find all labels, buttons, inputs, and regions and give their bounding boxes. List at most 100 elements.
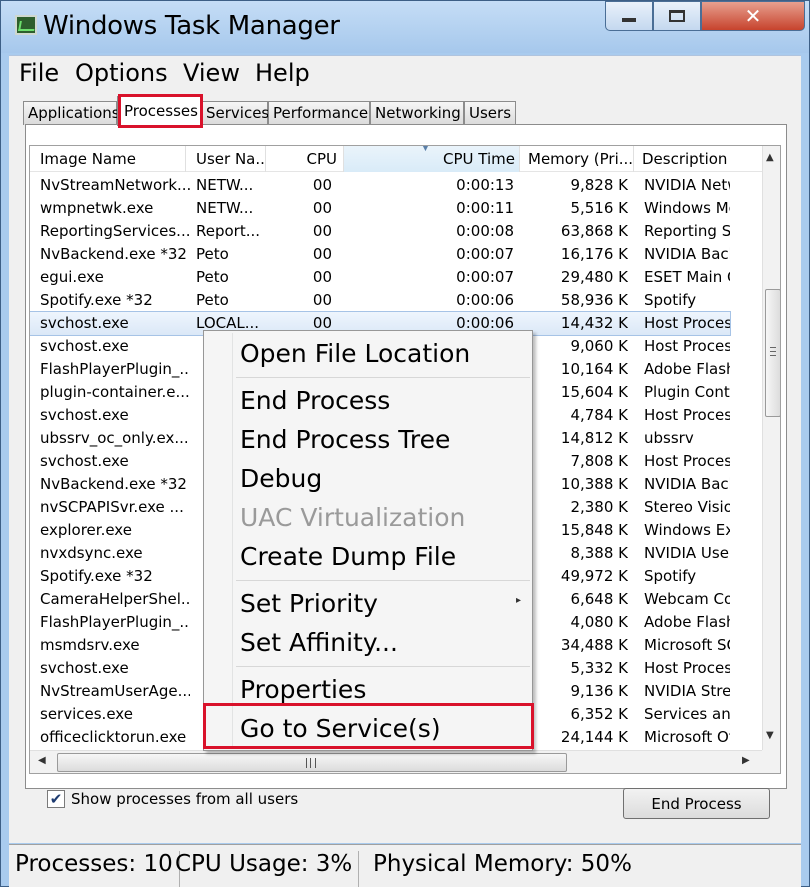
cell-desc: ubssrv — [644, 429, 694, 447]
column-header: Image Name User Na... CPU ▼ CPU Time Memo… — [30, 146, 762, 172]
title-bar[interactable]: Windows Task Manager ✕ — [1, 1, 809, 53]
menu-item-create-dump-file[interactable]: Create Dump File — [240, 542, 456, 571]
cell-desc: Microsoft Of — [644, 728, 730, 746]
cell-desc: Services and — [644, 705, 730, 723]
cell-mem: 63,868 K — [560, 222, 628, 240]
grip-icon — [306, 758, 316, 768]
cell-user: Peto — [196, 291, 229, 309]
cell-desc: Adobe Flash — [644, 360, 730, 378]
menu-item-debug[interactable]: Debug — [240, 464, 322, 493]
cell-desc: Plugin Conta — [644, 383, 730, 401]
table-row[interactable]: egui.exe Peto 00 0:00:07 29,480 K ESET Main G — [30, 266, 730, 289]
menu-separator — [236, 666, 530, 667]
cell-name: svchost.exe — [40, 314, 129, 332]
status-physical-memory: Physical Memory: 50% — [373, 851, 632, 877]
cell-mem: 9,136 K — [570, 682, 628, 700]
vertical-scrollbar[interactable]: ▲ ▼ — [762, 146, 780, 750]
show-all-users-checkbox[interactable]: ✔ — [47, 790, 65, 808]
cell-name: msmdsrv.exe — [40, 636, 140, 654]
end-process-button[interactable]: End Process — [623, 788, 770, 819]
sort-descending-icon: ▼ — [422, 146, 429, 153]
cell-desc: Host Process — [644, 452, 730, 470]
table-row[interactable]: NvBackend.exe *32 Peto 00 0:00:07 16,176 K NV… — [30, 243, 730, 266]
cell-cpu: 00 — [312, 176, 332, 194]
col-user-name[interactable]: User Na... — [186, 146, 266, 172]
tab-services[interactable]: Services — [201, 101, 269, 125]
cell-mem: 4,080 K — [570, 613, 628, 631]
horizontal-scroll-thumb[interactable] — [57, 753, 567, 772]
col-cpu[interactable]: CPU — [266, 146, 344, 172]
menu-item-set-affinity[interactable]: Set Affinity... — [240, 628, 398, 657]
menu-item-properties[interactable]: Properties — [240, 675, 366, 704]
menu-item-end-process[interactable]: End Process — [240, 386, 390, 415]
cell-mem: 6,352 K — [570, 705, 628, 723]
maximize-icon — [669, 10, 685, 22]
col-cpu-time[interactable]: ▼ CPU Time — [344, 146, 520, 172]
cell-name: NvBackend.exe *32 — [40, 245, 187, 263]
tab-users[interactable]: Users — [464, 101, 516, 125]
cell-time: 0:00:07 — [456, 268, 514, 286]
menu-help[interactable]: Help — [255, 59, 310, 87]
tab-processes[interactable]: Processes — [117, 96, 201, 126]
menu-item-end-process-tree[interactable]: End Process Tree — [240, 425, 450, 454]
cell-name: officeclicktorun.exe — [40, 728, 187, 746]
cell-desc: Windows Ex — [644, 521, 730, 539]
cell-desc: NVIDIA Back — [644, 245, 730, 263]
menu-file[interactable]: File — [19, 59, 59, 87]
menu-item-go-to-services[interactable]: Go to Service(s) — [240, 714, 441, 743]
cell-name: nvSCPAPISvr.exe ... — [40, 498, 184, 516]
show-all-users-label[interactable]: Show processes from all users — [71, 790, 298, 808]
scroll-right-icon[interactable]: ▶ — [742, 755, 750, 766]
cell-name: NvStreamNetwork... — [40, 176, 190, 194]
cell-user: Peto — [196, 245, 229, 263]
table-row[interactable]: Spotify.exe *32 Peto 00 0:00:06 58,936 K Spot… — [30, 289, 730, 312]
window-title: Windows Task Manager — [43, 11, 340, 41]
close-button[interactable]: ✕ — [701, 1, 805, 31]
col-description[interactable]: Description — [634, 146, 762, 172]
minimize-button[interactable] — [605, 1, 653, 31]
scroll-down-icon[interactable]: ▼ — [766, 730, 774, 741]
tab-performance[interactable]: Performance — [268, 101, 370, 125]
cell-mem: 49,972 K — [560, 567, 628, 585]
cell-name: Spotify.exe *32 — [40, 291, 153, 309]
cell-mem: 9,060 K — [570, 337, 628, 355]
table-row[interactable]: NvStreamNetwork... NETW... 00 0:00:13 9,828 … — [30, 174, 730, 197]
tab-applications[interactable]: Applications — [23, 101, 120, 125]
cell-user: NETW... — [196, 176, 254, 194]
scroll-left-icon[interactable]: ◀ — [38, 755, 46, 766]
scroll-up-icon[interactable]: ▲ — [766, 152, 774, 163]
cell-mem: 6,648 K — [570, 590, 628, 608]
cell-mem: 2,380 K — [570, 498, 628, 516]
cell-name: svchost.exe — [40, 406, 129, 424]
cell-mem: 14,432 K — [560, 314, 628, 332]
checkmark-icon: ✔ — [49, 790, 63, 808]
cell-name: nvxdsync.exe — [40, 544, 143, 562]
maximize-button[interactable] — [653, 1, 701, 31]
cell-name: ubssrv_oc_only.ex... — [40, 429, 189, 447]
status-bar: Processes: 10 CPU Usage: 3% Physical Mem… — [9, 844, 801, 887]
menu-view[interactable]: View — [183, 59, 240, 87]
vertical-scroll-thumb[interactable] — [765, 289, 780, 417]
horizontal-scrollbar[interactable]: ◀ ▶ — [30, 750, 762, 773]
cell-desc: Microsoft SQ — [644, 636, 730, 654]
menu-options[interactable]: Options — [75, 59, 168, 87]
cell-mem: 15,848 K — [560, 521, 628, 539]
cell-desc: NVIDIA Use — [644, 544, 729, 562]
menu-separator — [236, 377, 530, 378]
table-row[interactable]: wmpnetwk.exe NETW... 00 0:00:11 5,516 K Windo… — [30, 197, 730, 220]
cell-desc: NVIDIA Back — [644, 475, 730, 493]
menu-item-set-priority[interactable]: Set Priority — [240, 589, 378, 618]
col-memory[interactable]: Memory (Pri... — [520, 146, 634, 172]
menu-item-open-file-location[interactable]: Open File Location — [240, 339, 470, 368]
table-row[interactable]: ReportingServices... Report... 00 0:00:08 63… — [30, 220, 730, 243]
cell-cpu: 00 — [312, 199, 332, 217]
col-image-name[interactable]: Image Name — [30, 146, 186, 172]
cell-name: svchost.exe — [40, 452, 129, 470]
cell-name: FlashPlayerPlugin_... — [40, 360, 190, 378]
cell-desc: Host Process — [644, 406, 730, 424]
cell-cpu: 00 — [312, 268, 332, 286]
col-cpu-time-label: CPU Time — [443, 150, 515, 168]
cell-desc: NVIDIA Stre — [644, 682, 730, 700]
cell-desc: NVIDIA Netw — [644, 176, 730, 194]
tab-networking[interactable]: Networking — [370, 101, 464, 125]
